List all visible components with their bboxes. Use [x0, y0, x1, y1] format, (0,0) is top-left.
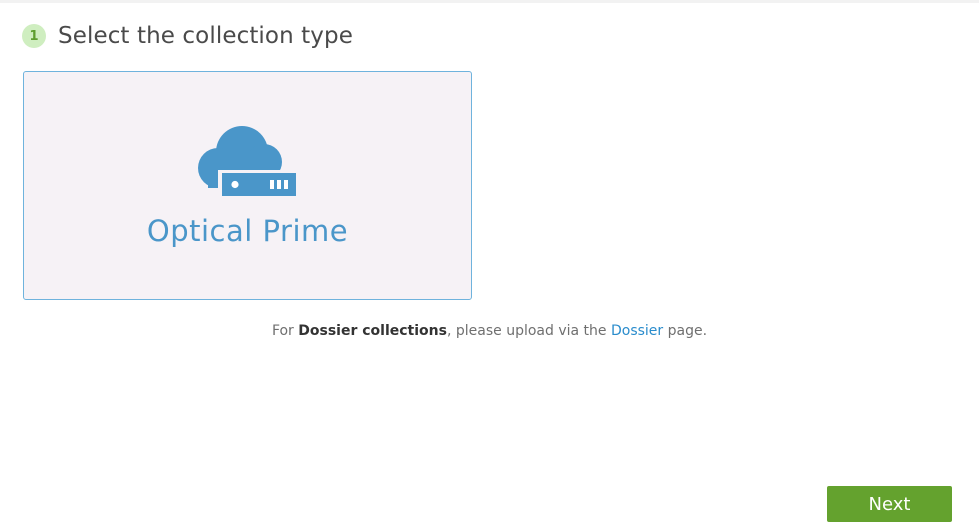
- step-header: 1 Select the collection type: [22, 23, 353, 49]
- step-number-badge: 1: [22, 24, 46, 48]
- info-suffix: page.: [663, 323, 708, 339]
- info-middle: , please upload via the: [446, 323, 611, 339]
- cloud-server-icon: [198, 126, 298, 198]
- step-title: Select the collection type: [58, 23, 353, 49]
- info-prefix: For: [271, 323, 299, 339]
- dossier-info-text: For Dossier collections, please upload v…: [0, 323, 979, 339]
- next-button[interactable]: Next: [827, 486, 952, 522]
- info-bold-text: Dossier collections: [298, 323, 447, 339]
- collection-type-label: Optical Prime: [146, 214, 349, 248]
- page: 1 Select the collection type Optical Pri…: [0, 0, 979, 530]
- collection-type-card-optical-prime[interactable]: Optical Prime: [23, 71, 472, 300]
- dossier-link[interactable]: Dossier: [611, 323, 663, 339]
